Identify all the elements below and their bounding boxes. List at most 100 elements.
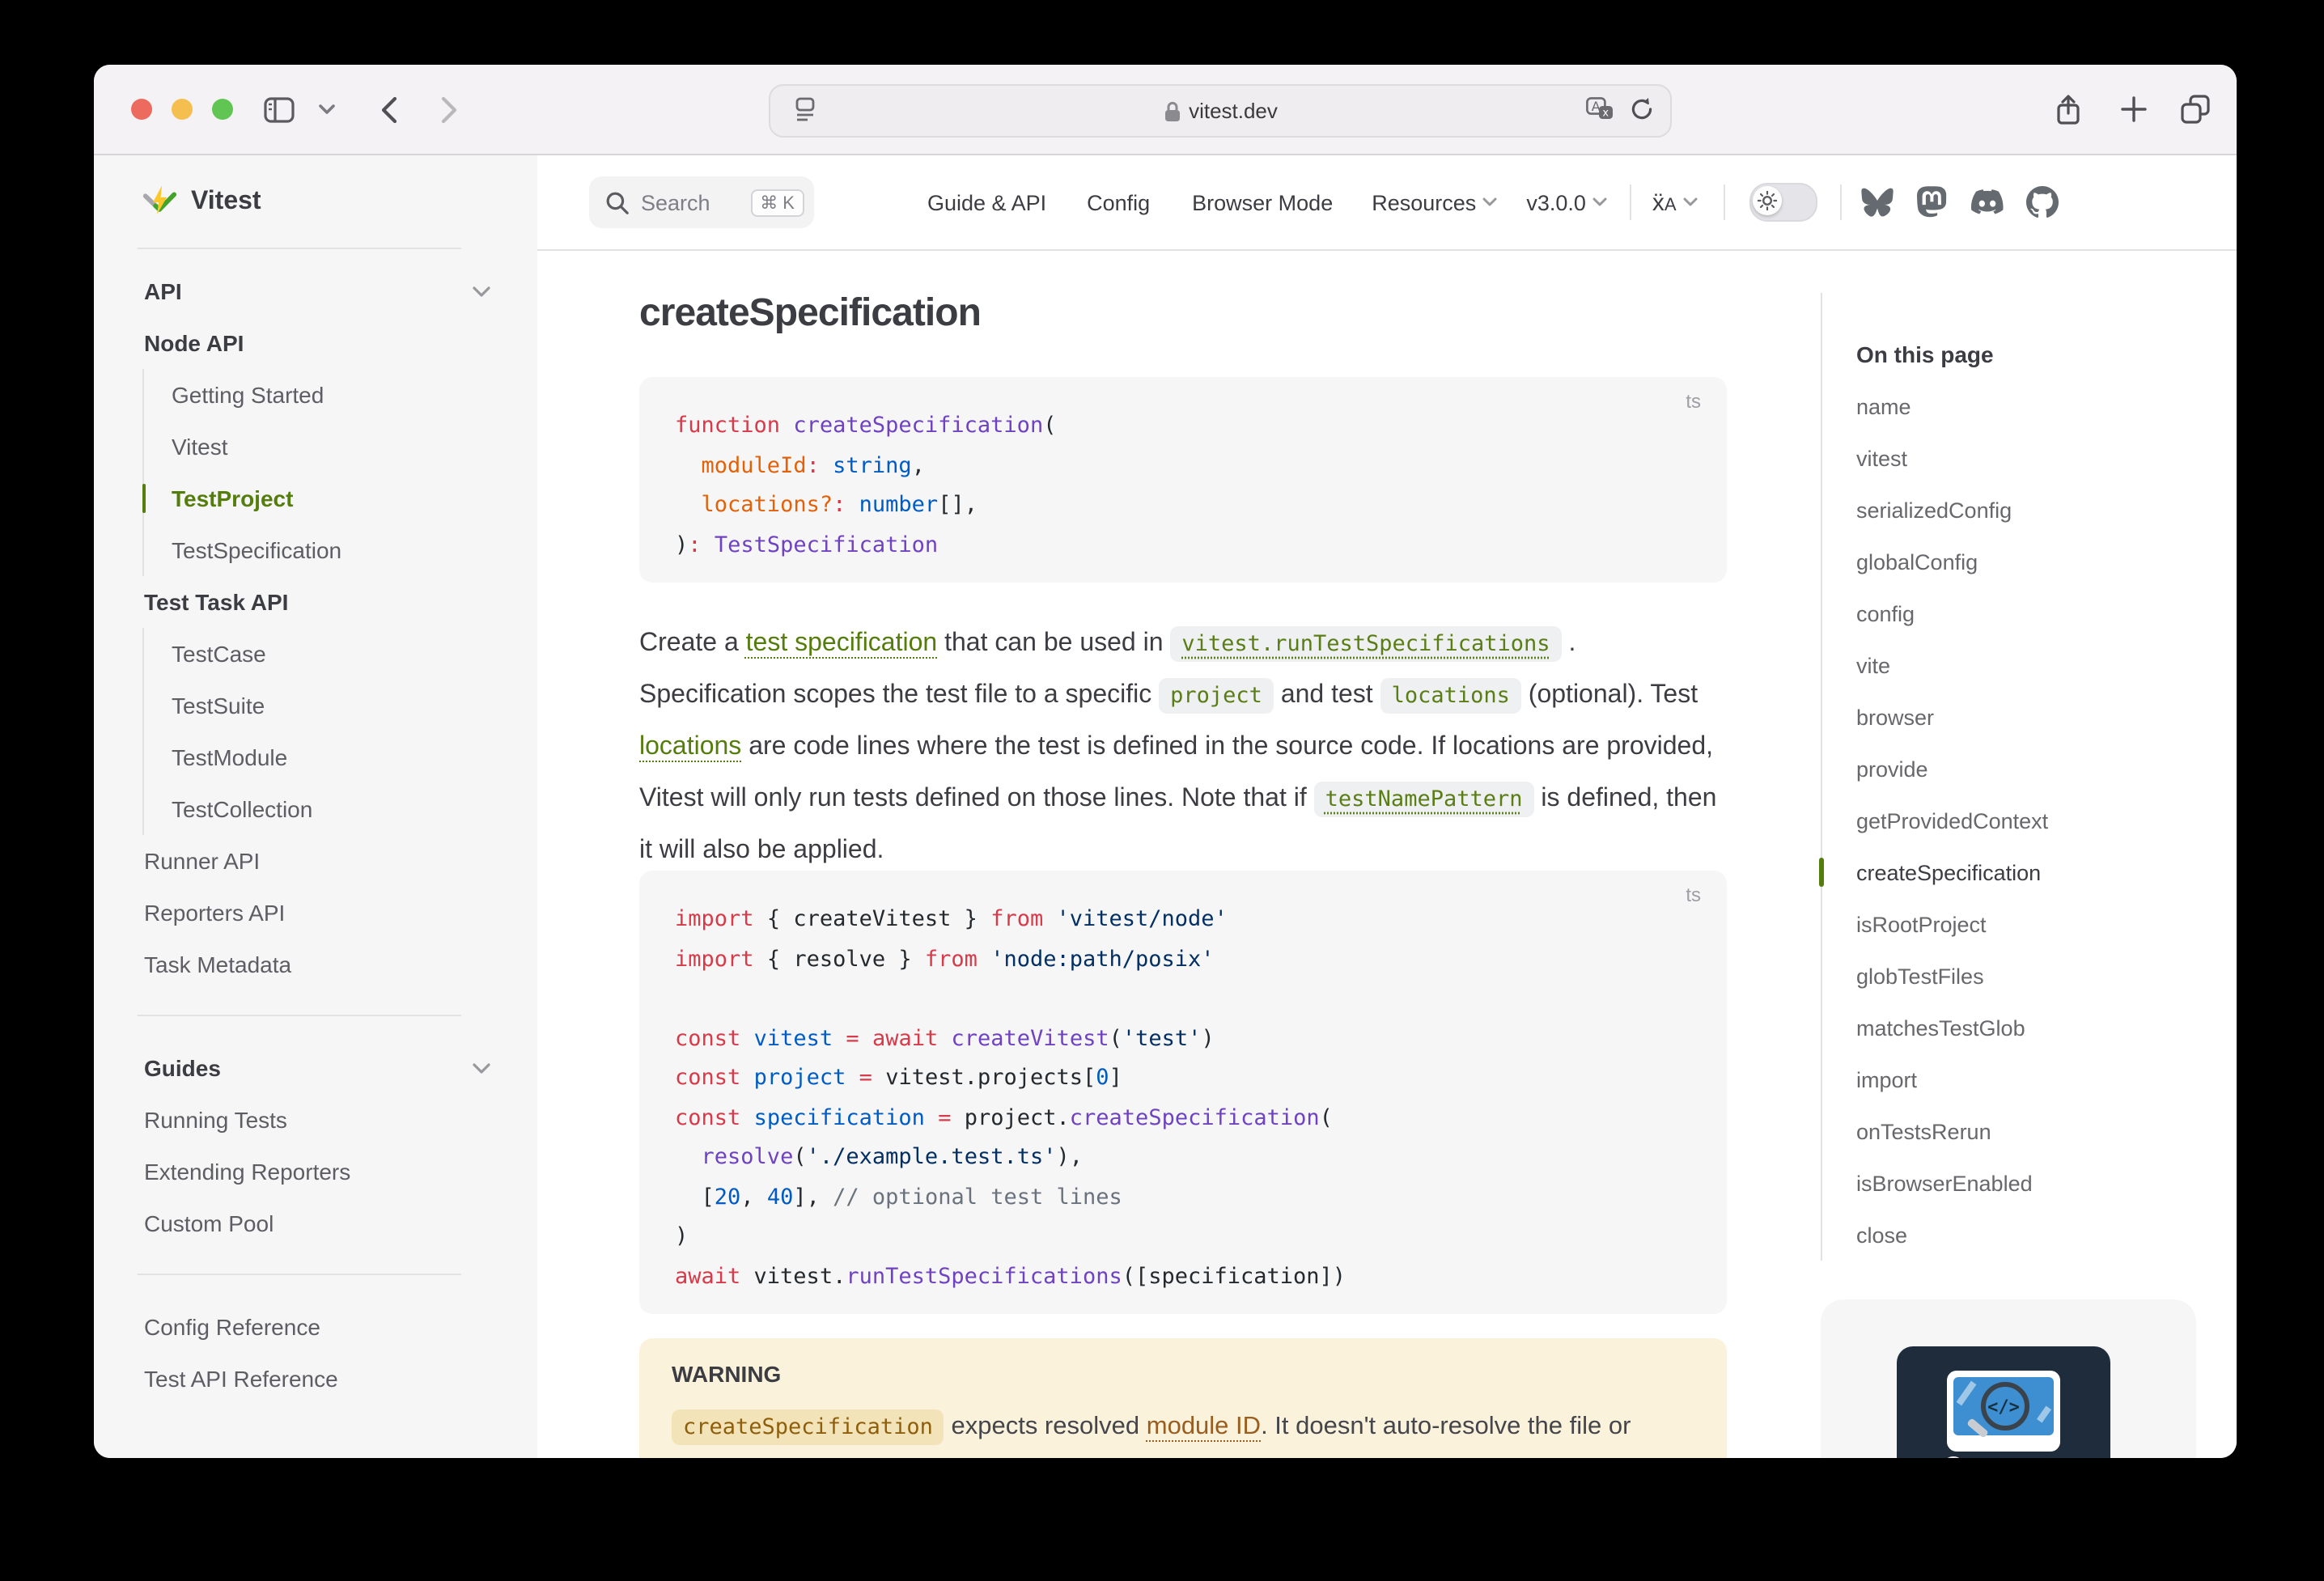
sidebar-item-testcase[interactable]: TestCase — [144, 628, 505, 680]
sidebar-toggle-icon[interactable] — [259, 65, 298, 154]
sidebar-item-test-api-reference[interactable]: Test API Reference — [126, 1353, 505, 1405]
nav-divider — [1630, 184, 1631, 220]
sidebar-divider — [138, 1015, 461, 1016]
sidebar-item-getting-started[interactable]: Getting Started — [144, 369, 505, 421]
code-language-label: ts — [1686, 390, 1701, 413]
sidebar-item-testcollection[interactable]: TestCollection — [144, 783, 505, 835]
sidebar-item-guides[interactable]: Guides — [126, 1042, 505, 1094]
chevron-down-icon — [1592, 197, 1607, 207]
sidebar-item-extending-reporters[interactable]: Extending Reporters — [126, 1146, 505, 1197]
sidebar-item-node-api[interactable]: Node API — [126, 317, 505, 369]
nav-item-browser-mode[interactable]: Browser Mode — [1192, 190, 1333, 214]
new-tab-icon[interactable] — [2115, 65, 2151, 154]
inline-code-link[interactable]: testNamePattern — [1314, 782, 1534, 817]
outline-active-marker — [1819, 858, 1824, 887]
nav-item-config[interactable]: Config — [1087, 190, 1150, 214]
svg-text:x: x — [1601, 108, 1608, 120]
warning-body: createSpecification expects resolved mod… — [672, 1403, 1694, 1458]
bluesky-icon[interactable] — [1861, 186, 1894, 218]
nav-item-v3-0-0[interactable]: v3.0.0 — [1526, 190, 1607, 214]
magnifier-icon — [1981, 1382, 2029, 1431]
sidebar-divider — [138, 1274, 461, 1275]
chevron-down-icon — [473, 1062, 490, 1074]
inline-code-link[interactable]: vitest.runTestSpecifications — [1170, 626, 1561, 662]
outline-item-import[interactable]: import — [1856, 1053, 2201, 1105]
code-line: await vitest.runTestSpecifications([spec… — [675, 1257, 1691, 1296]
github-icon[interactable] — [2026, 186, 2059, 218]
outline-item-provide[interactable]: provide — [1856, 743, 2201, 795]
outline-item-close[interactable]: close — [1856, 1209, 2201, 1261]
outline-item-browser[interactable]: browser — [1856, 691, 2201, 743]
code-line: const project = vitest.projects[0] — [675, 1058, 1691, 1098]
nav-divider — [1724, 184, 1725, 220]
code-line: function createSpecification( — [675, 406, 1691, 446]
sidebar-item-api[interactable]: API — [126, 265, 505, 317]
doc-link[interactable]: test specification — [746, 629, 938, 657]
sidebar-item-test-task-api[interactable]: Test Task API — [126, 576, 505, 628]
mastodon-icon[interactable] — [1916, 186, 1949, 218]
chevron-down-icon — [473, 286, 490, 297]
outline-item-globalconfig[interactable]: globalConfig — [1856, 536, 2201, 587]
sidebar-item-testspecification[interactable]: TestSpecification — [144, 524, 505, 576]
outline-item-globtestfiles[interactable]: globTestFiles — [1856, 950, 2201, 1002]
discord-icon[interactable] — [1971, 186, 2004, 218]
outline-item-serializedconfig[interactable]: serializedConfig — [1856, 484, 2201, 536]
outline-item-isbrowserenabled[interactable]: isBrowserEnabled — [1856, 1157, 2201, 1209]
doc-link[interactable]: locations — [639, 733, 741, 761]
outline-item-name[interactable]: name — [1856, 380, 2201, 432]
outline-item-matchestestglob[interactable]: matchesTestGlob — [1856, 1002, 2201, 1053]
nav-item-resources[interactable]: Resources — [1372, 190, 1497, 214]
theme-toggle[interactable] — [1749, 183, 1817, 222]
sidebar-item-testmodule[interactable]: TestModule — [144, 731, 505, 783]
vitest-logo-icon — [141, 183, 178, 220]
close-window-button[interactable] — [131, 99, 152, 120]
sidebar-item-config-reference[interactable]: Config Reference — [126, 1301, 505, 1353]
code-block-signature: ts function createSpecification( moduleI… — [639, 377, 1727, 583]
sidebar-group: TestCaseTestSuiteTestModuleTestCollectio… — [142, 628, 505, 835]
share-icon[interactable] — [2050, 65, 2086, 154]
browser-window: vitest.dev Ax — [94, 65, 2237, 1458]
warning-callout: WARNING createSpecification expects reso… — [639, 1338, 1727, 1458]
sidebar-item-testsuite[interactable]: TestSuite — [144, 680, 505, 731]
code-line: ): TestSpecification — [675, 525, 1691, 565]
minimize-window-button[interactable] — [172, 99, 193, 120]
language-menu[interactable]: ẍA — [1652, 189, 1698, 216]
sidebar-item-testproject[interactable]: TestProject — [144, 473, 505, 524]
monitor-illustration: </> — [1947, 1371, 2060, 1452]
code-language-label: ts — [1686, 884, 1701, 906]
outline-title: On this page — [1856, 328, 2201, 380]
tab-overview-icon[interactable] — [2177, 65, 2212, 154]
zoom-window-button[interactable] — [212, 99, 233, 120]
outline-item-vitest[interactable]: vitest — [1856, 432, 2201, 484]
translate-icon[interactable]: Ax — [1583, 86, 1615, 133]
sidebar-item-reporters-api[interactable]: Reporters API — [126, 887, 505, 939]
sidebar-dropdown-chevron-icon[interactable] — [314, 65, 340, 154]
doc-sidebar: Vitest APINode APIGetting StartedVitestT… — [94, 155, 537, 1458]
nav-item-guide-api[interactable]: Guide & API — [927, 190, 1046, 214]
nav-divider — [1840, 184, 1842, 220]
vitest-logo[interactable]: Vitest — [126, 155, 505, 248]
screen: vitest.dev Ax — [0, 0, 2324, 1581]
address-bar[interactable]: vitest.dev Ax — [769, 84, 1672, 138]
sponsor-card[interactable]: </> — [1821, 1299, 2196, 1458]
forward-button-icon[interactable] — [432, 65, 464, 154]
outline-item-isrootproject[interactable]: isRootProject — [1856, 898, 2201, 950]
sidebar-item-running-tests[interactable]: Running Tests — [126, 1094, 505, 1146]
search-button[interactable]: Search ⌘ K — [589, 176, 814, 228]
outline-item-getprovidedcontext[interactable]: getProvidedContext — [1856, 795, 2201, 846]
sidebar-item-vitest[interactable]: Vitest — [144, 421, 505, 473]
code-line — [675, 979, 1691, 1019]
outline-item-createspecification[interactable]: createSpecification — [1856, 846, 2201, 898]
back-button-icon[interactable] — [372, 65, 405, 154]
sidebar-item-custom-pool[interactable]: Custom Pool — [126, 1197, 505, 1249]
sponsor-illustration: </> — [1897, 1346, 2110, 1458]
outline-item-ontestsrerun[interactable]: onTestsRerun — [1856, 1105, 2201, 1157]
outline-item-vite[interactable]: vite — [1856, 639, 2201, 691]
site-title: Vitest — [191, 187, 261, 216]
doc-link[interactable]: module ID — [1147, 1413, 1261, 1440]
outline-item-config[interactable]: config — [1856, 587, 2201, 639]
reload-icon[interactable] — [1625, 86, 1657, 133]
sidebar-item-task-metadata[interactable]: Task Metadata — [126, 939, 505, 990]
code-line: import { resolve } from 'node:path/posix… — [675, 939, 1691, 979]
sidebar-item-runner-api[interactable]: Runner API — [126, 835, 505, 887]
